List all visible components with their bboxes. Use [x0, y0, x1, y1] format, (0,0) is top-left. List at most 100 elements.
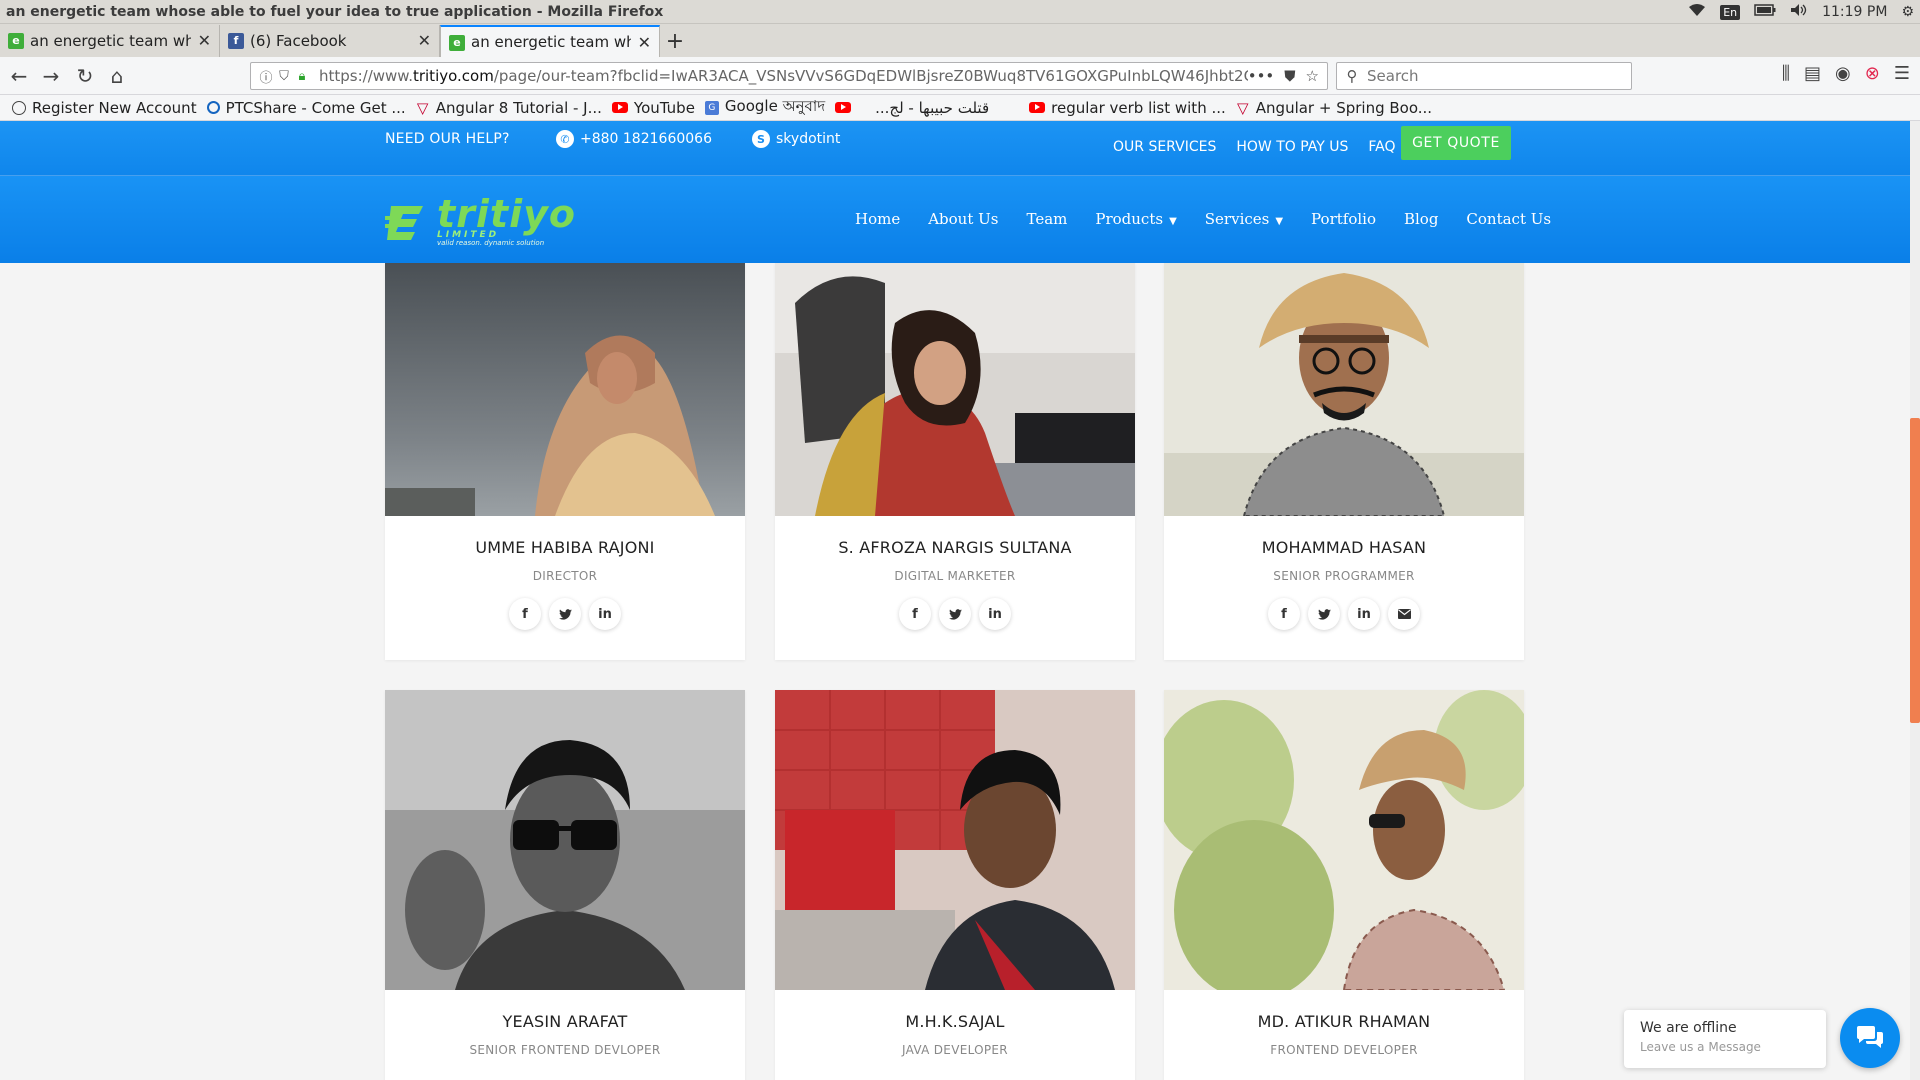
member-name: MOHAMMAD HASAN — [1261, 538, 1427, 557]
menu-about-us[interactable]: About Us — [928, 210, 998, 228]
linkedin-icon[interactable]: in — [1348, 598, 1380, 630]
link-how-to-pay[interactable]: HOW TO PAY US — [1236, 139, 1348, 155]
url-bar[interactable]: ⓘ ⛉ 🔒︎ https://www.tritiyo.com/page/our-… — [250, 62, 1328, 90]
tab-1[interactable]: e an energetic team whose ✕ — [0, 25, 220, 57]
home-icon[interactable]: ⌂ — [104, 63, 130, 89]
skype-contact[interactable]: Sskydotint — [752, 130, 840, 148]
gear-icon[interactable]: ⚙ — [1901, 4, 1914, 20]
new-tab-button[interactable]: + — [660, 25, 690, 57]
member-name: MD. ATIKUR RHAMAN — [1257, 1012, 1431, 1031]
member-role: FRONTEND DEVELOPER — [1270, 1043, 1418, 1057]
twitter-icon[interactable] — [939, 598, 971, 630]
member-role: JAVA DEVELOPER — [902, 1043, 1008, 1057]
member-name: M.H.K.SAJAL — [905, 1012, 1005, 1031]
clock[interactable]: 11:19 PM — [1822, 4, 1887, 20]
team-card: MOHAMMAD HASAN SENIOR PROGRAMMER f in — [1164, 263, 1524, 660]
menu-home[interactable]: Home — [855, 210, 900, 228]
hamburger-menu-icon[interactable]: ☰ — [1894, 63, 1910, 84]
tritiyo-logo[interactable]: tritiyo LIMITED valid reason. dynamic so… — [385, 192, 575, 247]
scrollbar-thumb[interactable] — [1910, 418, 1920, 723]
menu-portfolio[interactable]: Portfolio — [1311, 210, 1376, 228]
caret-down-icon: ▼ — [1169, 216, 1177, 227]
blocked-addon-icon[interactable]: ⊗ — [1865, 63, 1880, 84]
tritiyo-favicon-icon: e — [8, 33, 24, 49]
wifi-icon[interactable] — [1688, 3, 1706, 21]
back-arrow-icon[interactable]: ← — [6, 63, 32, 89]
twitter-icon[interactable] — [1308, 598, 1340, 630]
chat-subtitle: Leave us a Message — [1640, 1040, 1761, 1054]
account-icon[interactable]: ◉ — [1835, 63, 1851, 84]
search-input[interactable]: ⚲ Search — [1336, 62, 1632, 90]
tab-label: an energetic team whose — [30, 32, 191, 50]
linkedin-icon[interactable]: in — [589, 598, 621, 630]
reload-icon[interactable]: ↻ — [72, 63, 98, 89]
bookmark-google-translate[interactable]: G Google অনুবাদ — [704, 95, 825, 120]
chat-bubble-button[interactable] — [1840, 1008, 1900, 1068]
lock-icon[interactable]: 🔒︎ — [293, 69, 311, 84]
member-role: SENIOR PROGRAMMER — [1273, 569, 1415, 583]
bookmark-youtube-2[interactable] — [835, 102, 852, 113]
member-name: UMME HABIBA RAJONI — [475, 538, 655, 557]
volume-icon[interactable] — [1790, 3, 1808, 21]
info-icon[interactable]: ⓘ — [257, 67, 275, 86]
facebook-icon[interactable]: f — [1268, 598, 1300, 630]
menu-services[interactable]: Services ▼ — [1205, 210, 1283, 228]
close-icon[interactable]: ✕ — [638, 33, 651, 52]
menu-team[interactable]: Team — [1026, 210, 1067, 228]
bookmark-verb-list[interactable]: regular verb list with ... — [1029, 99, 1226, 117]
member-role: SENIOR FRONTEND DEVLOPER — [469, 1043, 661, 1057]
member-name: YEASIN ARAFAT — [502, 1012, 628, 1031]
skype-icon: S — [752, 130, 770, 148]
site-navbar: tritiyo LIMITED valid reason. dynamic so… — [0, 175, 1910, 263]
menu-products[interactable]: Products ▼ — [1095, 210, 1176, 228]
bookmark-register[interactable]: Register New Account — [12, 99, 197, 117]
chat-offline-panel[interactable]: We are offline Leave us a Message — [1624, 1010, 1826, 1068]
facebook-icon[interactable]: f — [899, 598, 931, 630]
shield-icon[interactable]: ⛉ — [275, 69, 293, 84]
phone-contact[interactable]: ✆ +880 1821660066 — [556, 130, 712, 148]
bookmark-arabic-video[interactable]: قتلت حبيبها - لج... — [875, 99, 989, 117]
member-photo — [385, 690, 745, 990]
keyboard-language[interactable]: En — [1720, 4, 1741, 20]
search-placeholder: Search — [1367, 67, 1419, 85]
menu-blog[interactable]: Blog — [1404, 210, 1438, 228]
team-section: UMME HABIBA RAJONI DIRECTOR f in S. AFRO… — [0, 263, 1910, 1080]
envelope-icon[interactable] — [1388, 598, 1420, 630]
page-actions-icon[interactable]: ••• — [1248, 67, 1275, 85]
library-icon[interactable]: ⫼ — [1782, 63, 1790, 84]
os-title-bar: an energetic team whose able to fuel you… — [0, 0, 1920, 24]
menu-contact-us[interactable]: Contact Us — [1466, 210, 1551, 228]
bookmark-ptcshare[interactable]: PTCShare - Come Get ... — [206, 99, 406, 117]
forward-arrow-icon[interactable]: → — [38, 63, 64, 89]
team-card: S. AFROZA NARGIS SULTANA DIGITAL MARKETE… — [775, 263, 1135, 660]
linkedin-icon[interactable]: in — [979, 598, 1011, 630]
member-photo — [1164, 263, 1524, 516]
bookmark-youtube[interactable]: YouTube — [611, 99, 695, 117]
facebook-icon[interactable]: f — [509, 598, 541, 630]
team-card: UMME HABIBA RAJONI DIRECTOR f in — [385, 263, 745, 660]
tab-2[interactable]: f (6) Facebook ✕ — [220, 25, 440, 57]
logo-mark-icon — [385, 206, 423, 240]
tab-label: an energetic team whose — [471, 33, 631, 51]
bookmark-star-icon[interactable]: ☆ — [1306, 67, 1319, 85]
link-faq[interactable]: FAQ — [1368, 139, 1395, 155]
member-photo — [775, 690, 1135, 990]
battery-icon[interactable] — [1754, 4, 1776, 20]
google-translate-icon: G — [704, 100, 719, 115]
bookmark-angular-spring[interactable]: ▽ Angular + Spring Boo... — [1236, 99, 1432, 117]
link-our-services[interactable]: OUR SERVICES — [1113, 139, 1216, 155]
twitter-icon[interactable] — [549, 598, 581, 630]
bookmark-angular-tutorial[interactable]: ▽ Angular 8 Tutorial - J... — [416, 99, 602, 117]
globe-icon — [12, 100, 26, 115]
tab-3-active[interactable]: e an energetic team whose ✕ — [440, 25, 660, 57]
window-title: an energetic team whose able to fuel you… — [6, 3, 664, 20]
get-quote-button[interactable]: GET QUOTE — [1401, 126, 1511, 160]
close-icon[interactable]: ✕ — [198, 31, 211, 50]
sidebar-icon[interactable]: ▤ — [1804, 63, 1821, 84]
pocket-icon[interactable]: ⛊ — [1284, 67, 1295, 85]
close-icon[interactable]: ✕ — [418, 31, 431, 50]
member-role: DIGITAL MARKETER — [894, 569, 1016, 583]
member-photo — [775, 263, 1135, 516]
team-card: YEASIN ARAFAT SENIOR FRONTEND DEVLOPER — [385, 690, 745, 1080]
url-text[interactable]: https://www.tritiyo.com/page/our-team?fb… — [319, 67, 1248, 85]
